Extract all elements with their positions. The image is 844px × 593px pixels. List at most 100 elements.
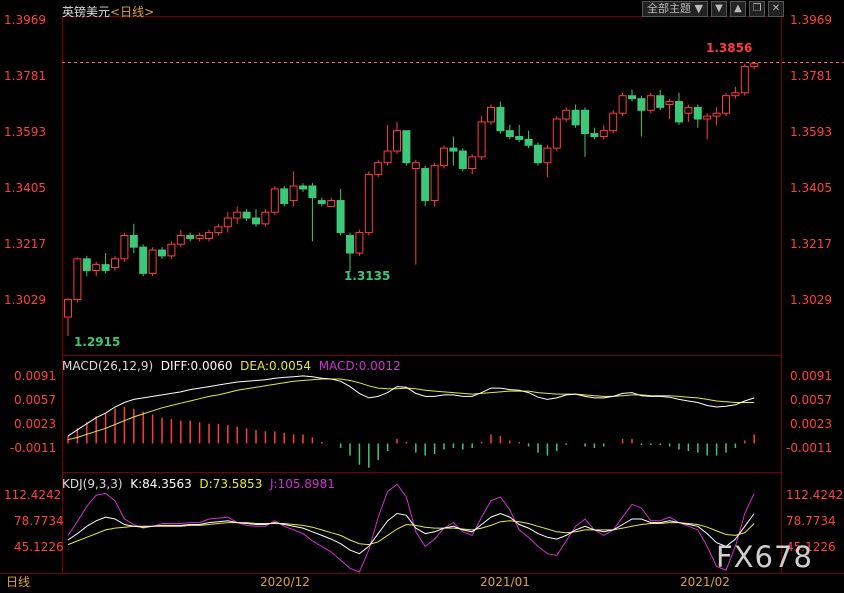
period-label: <日线> bbox=[110, 5, 155, 19]
candle-body bbox=[712, 112, 721, 117]
chart-canvas[interactable]: 1.3969 1.3781 1.3593 1.3405 1.3217 1.302… bbox=[0, 0, 844, 593]
candle-body bbox=[336, 200, 345, 234]
candle-body bbox=[205, 232, 213, 239]
candle-body bbox=[468, 156, 477, 170]
candle-body bbox=[496, 106, 505, 132]
candle-body bbox=[656, 95, 665, 108]
price-tick-right: 1.3969 bbox=[790, 13, 832, 27]
candle-body bbox=[111, 258, 119, 269]
macd-tick-left: 0.0091 bbox=[14, 369, 56, 383]
candle-body bbox=[73, 258, 82, 301]
d-line bbox=[67, 520, 755, 546]
candle-body bbox=[740, 66, 749, 94]
kdj-title: KDJ(9,3,3) bbox=[62, 477, 123, 491]
j-line bbox=[67, 483, 755, 573]
macd-value: 0.0012 bbox=[358, 359, 401, 373]
price-tick-right: 1.3405 bbox=[790, 181, 832, 195]
high-price-label: 1.3856 bbox=[706, 41, 752, 55]
candle-body bbox=[524, 138, 533, 146]
candle-body bbox=[64, 299, 72, 318]
candle-body bbox=[308, 185, 317, 199]
macd-label: MACD bbox=[318, 359, 355, 373]
candle-body bbox=[693, 106, 702, 120]
candle-body bbox=[242, 211, 251, 219]
kdj-tick-left: 112.4242 bbox=[4, 488, 61, 502]
candle-body bbox=[675, 101, 683, 123]
macd-tick-right: 0.0023 bbox=[790, 417, 832, 431]
macd-legend: MACD(26,12,9) DIFF:0.0060 DEA:0.0054 MAC… bbox=[62, 359, 401, 373]
period-footer[interactable]: 日线 bbox=[6, 573, 30, 590]
candle-body bbox=[449, 147, 458, 152]
candle-body bbox=[543, 147, 552, 164]
kdj-legend: KDJ(9,3,3) K:84.3563 D:73.5853 J:105.898… bbox=[62, 477, 335, 491]
candle-body bbox=[139, 246, 148, 274]
candle-body bbox=[571, 109, 580, 126]
candle-body bbox=[487, 106, 495, 123]
candle-body bbox=[186, 235, 195, 239]
candle-body bbox=[120, 235, 129, 260]
candle-body bbox=[214, 226, 223, 234]
candle-body bbox=[270, 188, 279, 213]
candle-body bbox=[628, 95, 636, 100]
candle-body bbox=[458, 150, 467, 170]
candle-body bbox=[374, 162, 383, 175]
price-tick-left: 1.3029 bbox=[4, 293, 46, 307]
arrow-up-icon[interactable]: ▲ bbox=[729, 1, 746, 17]
chevron-down-icon: ▼ bbox=[694, 2, 703, 15]
macd-tick-left: -0.0011 bbox=[10, 441, 56, 455]
candle-body bbox=[703, 115, 712, 120]
time-tick: 2021/01 bbox=[480, 575, 530, 589]
candle-body bbox=[261, 211, 270, 225]
candle-body bbox=[609, 112, 618, 132]
j-label: J bbox=[269, 477, 274, 491]
chart-toolbar: 全部主题 ▼ ▼ ▲ ❐ ✕ bbox=[642, 1, 784, 17]
candle-body bbox=[552, 118, 561, 149]
macd-tick-right: 0.0091 bbox=[790, 369, 832, 383]
low-price-label: 1.2915 bbox=[74, 335, 120, 349]
time-tick: 2021/02 bbox=[680, 575, 730, 589]
candle-body bbox=[82, 258, 91, 271]
candle-body bbox=[750, 63, 759, 68]
price-axis: 1.3969 1.3781 1.3593 1.3405 1.3217 1.302… bbox=[4, 13, 832, 307]
candle-body bbox=[101, 264, 110, 271]
macd-tick-right: -0.0011 bbox=[786, 441, 832, 455]
price-tick-right: 1.3593 bbox=[790, 125, 832, 139]
time-axis: 2020/12 2021/01 2021/02 bbox=[260, 575, 730, 589]
kdj-tick-right: 112.4242 bbox=[786, 488, 843, 502]
candle-body bbox=[430, 165, 439, 202]
candle-body bbox=[317, 200, 326, 204]
candle-body bbox=[722, 95, 730, 114]
candle-body bbox=[402, 130, 411, 164]
candle-body bbox=[280, 188, 289, 204]
macd-title: MACD(26,12,9) bbox=[62, 359, 154, 373]
restore-icon[interactable]: ❐ bbox=[748, 1, 765, 17]
k-value: 84.3563 bbox=[142, 477, 192, 491]
arrow-down-icon[interactable]: ▼ bbox=[710, 1, 727, 17]
candle-body bbox=[327, 200, 336, 207]
candle-body bbox=[176, 235, 185, 245]
mid-low-price-label: 1.3135 bbox=[344, 269, 390, 283]
macd-panel-frame bbox=[62, 355, 782, 473]
k-label: K bbox=[130, 477, 139, 491]
dif-value: 0.0060 bbox=[190, 359, 233, 373]
price-annotations: 1.3856 1.3135 1.2915 bbox=[62, 41, 844, 349]
dif-label: DIFF bbox=[160, 359, 187, 373]
candle-body bbox=[581, 109, 589, 135]
candle-body bbox=[684, 106, 693, 114]
candle-body bbox=[411, 162, 420, 170]
price-tick-right: 1.3781 bbox=[790, 69, 832, 83]
d-label: D bbox=[199, 477, 209, 491]
kdj-tick-right: 78.7734 bbox=[786, 514, 836, 528]
kdj-series bbox=[67, 483, 755, 573]
macd-tick-right: 0.0057 bbox=[790, 393, 832, 407]
candle-body bbox=[515, 135, 524, 140]
candle-body bbox=[421, 168, 430, 202]
candle-body bbox=[505, 130, 514, 137]
theme-dropdown[interactable]: 全部主题 ▼ bbox=[642, 1, 708, 17]
candle-body bbox=[158, 249, 166, 257]
time-tick: 2020/12 bbox=[260, 575, 310, 589]
candle-body bbox=[346, 235, 354, 254]
candle-body bbox=[195, 235, 204, 239]
close-icon[interactable]: ✕ bbox=[767, 1, 784, 17]
candle-body bbox=[299, 185, 307, 190]
